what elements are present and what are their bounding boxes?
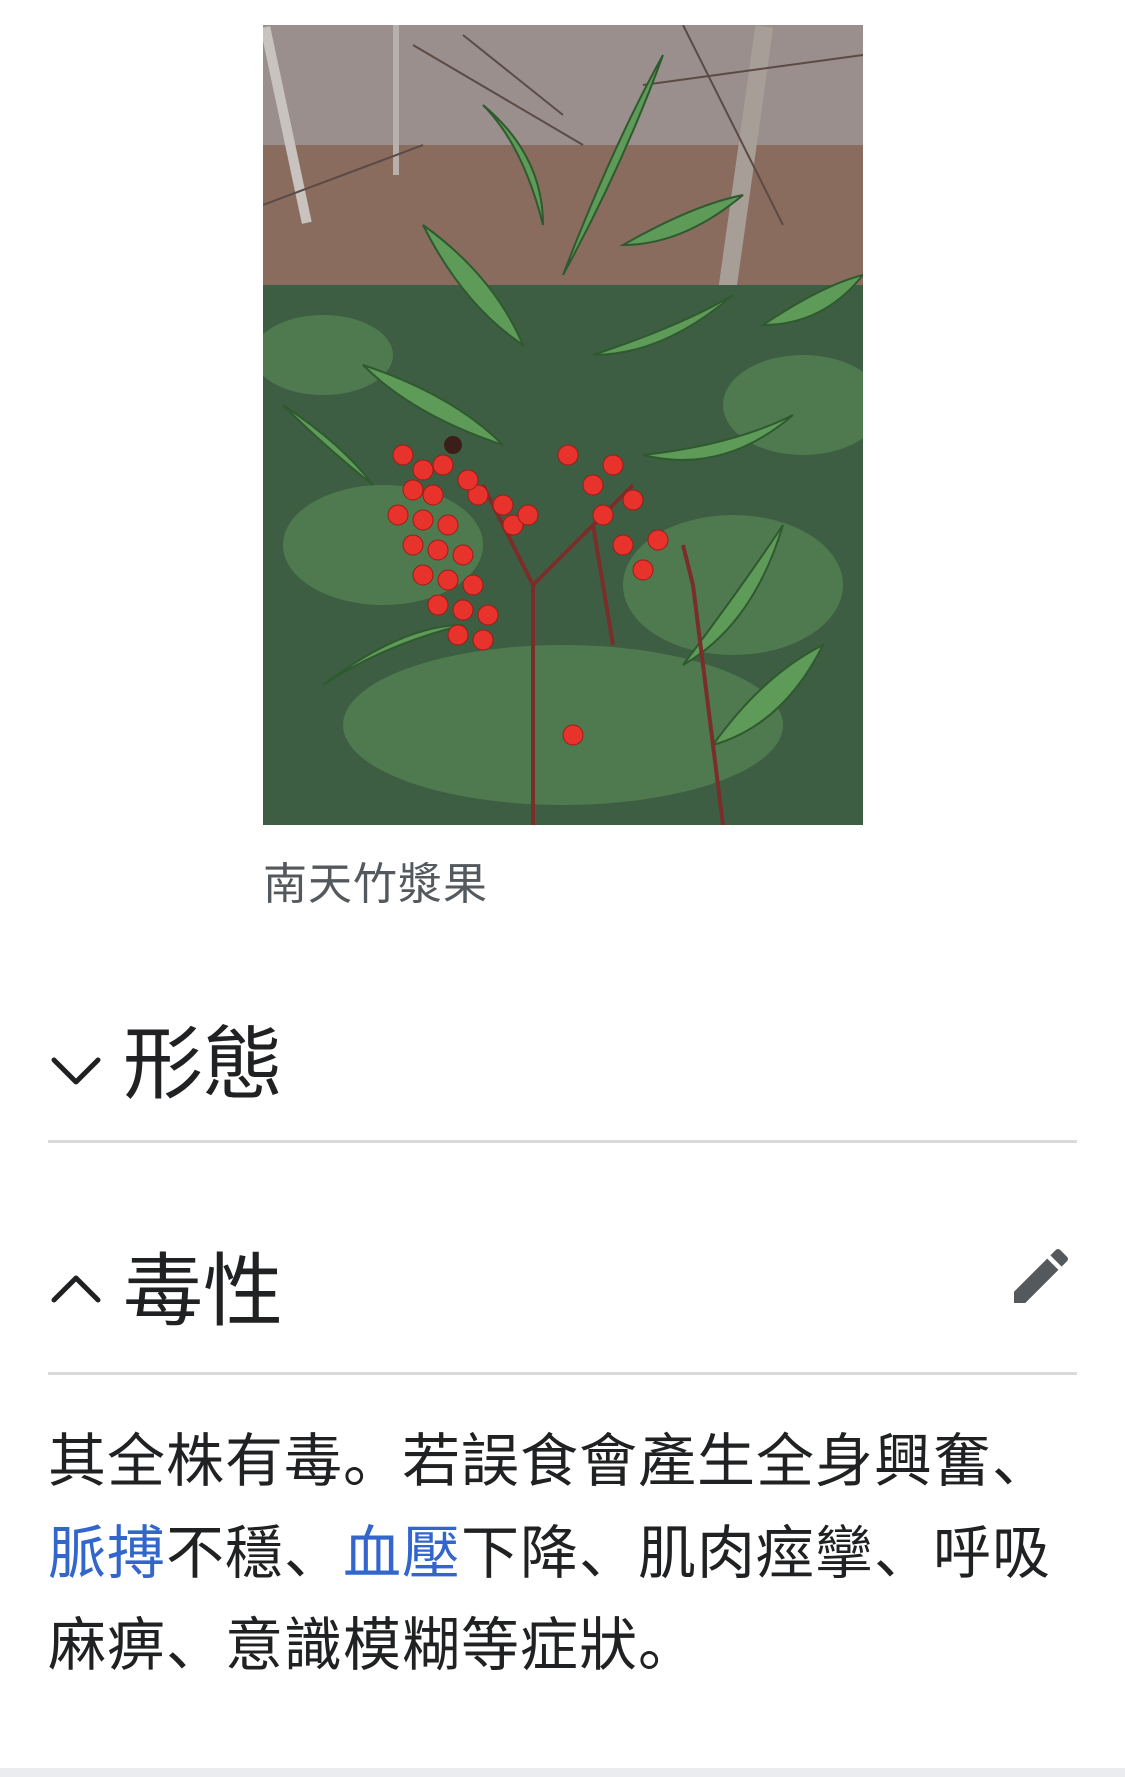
chevron-up-icon[interactable] [48, 1260, 104, 1316]
nandina-berries-photo[interactable] [263, 25, 863, 825]
pulse-link[interactable]: 脈搏 [48, 1519, 166, 1587]
chevron-down-icon[interactable] [48, 1042, 104, 1098]
section-title-morphology: 形態 [123, 1018, 283, 1111]
section-title-toxicity: 毒性 [123, 1245, 283, 1338]
photo-illustration [263, 25, 863, 825]
bottom-divider [0, 1768, 1125, 1777]
paragraph-text: 其全株有毒。若誤食會產生全身興奮、 [48, 1427, 1052, 1495]
article-figure: 南天竹漿果 [263, 25, 863, 913]
section-header-morphology[interactable]: 形態 [48, 990, 1077, 1143]
paragraph-text: 不穩、 [166, 1519, 344, 1587]
toxicity-paragraph: 其全株有毒。若誤食會產生全身興奮、脈搏不穩、血壓下降、肌肉痙攣、呼吸麻痹、意識模… [48, 1415, 1078, 1691]
pencil-icon[interactable] [1005, 1240, 1077, 1312]
blood-pressure-link[interactable]: 血壓 [343, 1519, 461, 1587]
section-header-toxicity[interactable]: 毒性 [48, 1222, 1077, 1375]
figure-caption: 南天竹漿果 [263, 859, 488, 910]
